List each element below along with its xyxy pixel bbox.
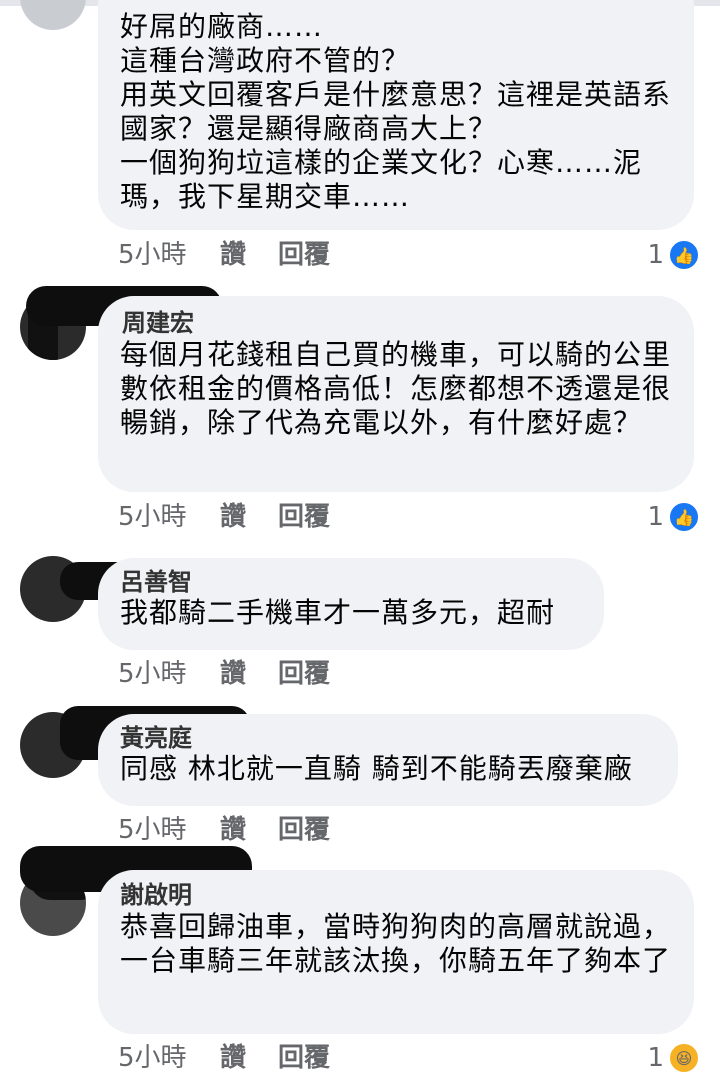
comment-actions: 5小時讚回覆: [118, 657, 330, 691]
reaction-summary[interactable]: 1 👍: [647, 500, 700, 534]
comment-time[interactable]: 5小時: [118, 813, 220, 847]
haha-icon: 😆: [668, 1042, 700, 1074]
comment-actions: 5小時讚回覆: [118, 1041, 330, 1075]
like-button[interactable]: 讚: [220, 1041, 278, 1075]
like-button[interactable]: 讚: [220, 657, 278, 691]
reaction-count: 1: [647, 502, 664, 532]
comment-author[interactable]: 謝啟明: [120, 880, 672, 910]
comment-actions: 5小時讚回覆: [118, 500, 330, 534]
comment-text: 恭喜回歸油車，當時狗狗肉的高層就說過，一台車騎三年就該汰換，你騎五年了夠本了: [120, 910, 672, 977]
reply-button[interactable]: 回覆: [278, 813, 330, 847]
like-icon: 👍: [668, 239, 700, 271]
comment-actions: 5小時讚回覆: [118, 813, 330, 847]
like-button[interactable]: 讚: [220, 238, 278, 272]
comment-author[interactable]: 黃亮庭: [120, 724, 656, 752]
comment-text: 好屌的廠商…… 這種台灣政府不管的？ 用英文回覆客戶是什麼意思？這裡是英語系國家…: [120, 10, 672, 213]
like-button[interactable]: 讚: [220, 813, 278, 847]
comment-bubble: 周建宏 每個月花錢租自己買的機車，可以騎的公里數依租金的價格高低！怎麼都想不透還…: [98, 296, 694, 492]
reply-button[interactable]: 回覆: [278, 500, 330, 534]
reaction-count: 1: [647, 240, 664, 270]
comment-bubble: 呂善智 我都騎二手機車才一萬多元，超耐: [98, 558, 604, 650]
like-button[interactable]: 讚: [220, 500, 278, 534]
comment-time[interactable]: 5小時: [118, 238, 220, 272]
comment-text: 同感 林北就一直騎 騎到不能騎丟廢棄廠: [120, 752, 633, 785]
reaction-summary[interactable]: 1 👍: [647, 238, 700, 272]
reply-button[interactable]: 回覆: [278, 657, 330, 691]
comment-actions: 5小時讚回覆: [118, 238, 330, 272]
avatar[interactable]: [20, 0, 86, 30]
reply-button[interactable]: 回覆: [278, 1041, 330, 1075]
reply-button[interactable]: 回覆: [278, 238, 330, 272]
comment-bubble: 好屌的廠商…… 這種台灣政府不管的？ 用英文回覆客戶是什麼意思？這裡是英語系國家…: [98, 0, 694, 230]
comment-text: 我都騎二手機車才一萬多元，超耐: [120, 596, 556, 629]
comment-time[interactable]: 5小時: [118, 1041, 220, 1075]
comment-author[interactable]: 周建宏: [122, 308, 672, 338]
reaction-summary[interactable]: 1 😆: [647, 1041, 700, 1075]
comment-bubble: 謝啟明 恭喜回歸油車，當時狗狗肉的高層就說過，一台車騎三年就該汰換，你騎五年了夠…: [98, 870, 694, 1034]
comment-text: 每個月花錢租自己買的機車，可以騎的公里數依租金的價格高低！怎麼都想不透還是很暢銷…: [120, 338, 672, 439]
comment-time[interactable]: 5小時: [118, 500, 220, 534]
comment-author[interactable]: 呂善智: [120, 568, 582, 596]
like-icon: 👍: [668, 501, 700, 533]
reaction-count: 1: [647, 1043, 664, 1073]
comment-bubble: 黃亮庭 同感 林北就一直騎 騎到不能騎丟廢棄廠: [98, 714, 678, 806]
comment-time[interactable]: 5小時: [118, 657, 220, 691]
